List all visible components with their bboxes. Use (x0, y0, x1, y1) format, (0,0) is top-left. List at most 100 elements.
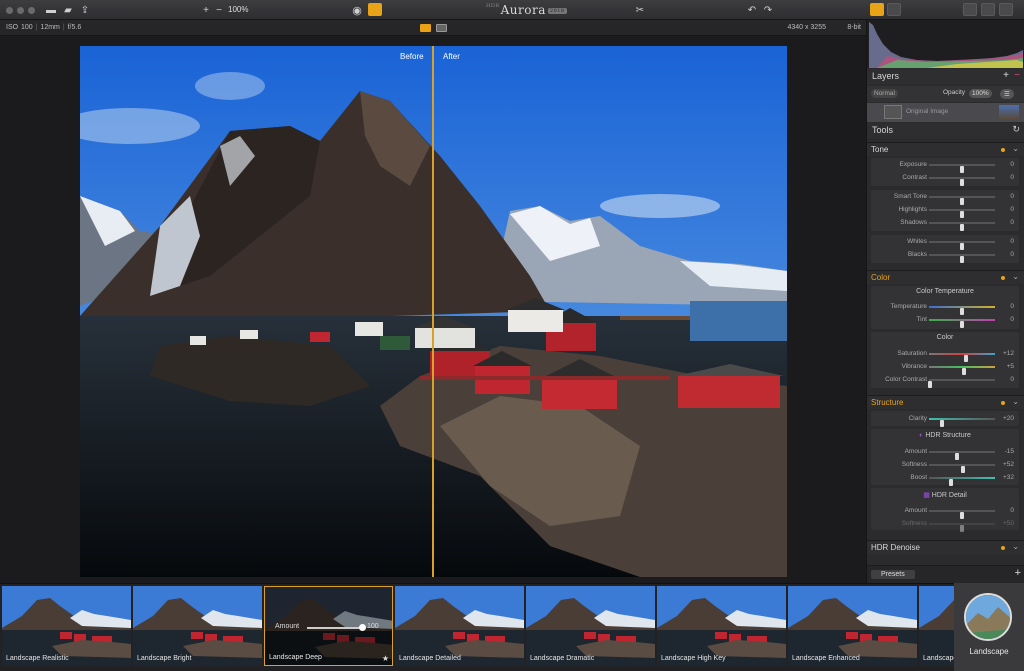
slider-track[interactable] (929, 510, 995, 519)
side-by-side-icon[interactable] (436, 24, 447, 32)
slider-track[interactable] (929, 366, 995, 375)
histogram (867, 20, 1024, 68)
slider-track[interactable] (929, 523, 995, 532)
zoom-level[interactable]: 100% (228, 5, 248, 14)
slider-track[interactable] (928, 379, 995, 388)
layout-icon[interactable] (963, 3, 977, 16)
brush-tool-button[interactable] (887, 3, 901, 16)
redo-icon[interactable]: ↷ (762, 4, 774, 16)
slider-knob[interactable] (948, 479, 953, 486)
preset-category-button[interactable]: Landscape (954, 583, 1024, 671)
image-icon[interactable] (999, 3, 1013, 16)
image-canvas: Before After (0, 37, 866, 583)
slider-track[interactable] (929, 451, 995, 460)
slider-track[interactable] (929, 164, 995, 173)
slider-contrast[interactable]: Contrast 0 (871, 172, 1019, 186)
hdr-denoise-section-header[interactable]: HDR Denoise ⌄ (867, 540, 1024, 554)
slider-track[interactable] (929, 209, 995, 218)
opacity-select[interactable]: 100% (969, 89, 992, 98)
slider-knob[interactable] (960, 321, 964, 328)
crop-icon[interactable]: ✂ (634, 4, 646, 16)
slider-track[interactable] (929, 222, 995, 231)
remove-layer-button[interactable]: − (1014, 70, 1020, 81)
slider-smart-tone[interactable]: Smart Tone 0 (871, 191, 1019, 205)
slider-hdr-softness[interactable]: Softness +52 (871, 459, 1019, 473)
window-zoom-button[interactable] (28, 7, 35, 14)
blend-mode-select[interactable]: Normal (871, 89, 898, 98)
tone-section-header[interactable]: Tone ⌄ (867, 142, 1024, 156)
presets-button[interactable]: Presets (871, 570, 915, 579)
slider-track[interactable] (929, 353, 995, 362)
reset-icon[interactable]: ↻ (1012, 124, 1020, 135)
slider-value: 0 (1010, 376, 1014, 383)
slider-knob[interactable] (960, 256, 964, 263)
slider-saturation[interactable]: Saturation +12 (871, 348, 1019, 362)
folder-icon[interactable]: ▬ (45, 4, 57, 16)
chevron-down-icon[interactable]: ⌄ (1012, 397, 1019, 406)
preset-thumb-landscape-deep[interactable]: Landscape Deep Amount 100 ★ (264, 586, 393, 666)
photo-preview[interactable]: Before After (80, 46, 787, 577)
slider-hdr-amount[interactable]: Amount -15 (871, 446, 1019, 460)
preset-thumb-landscape[interactable]: Landscape (919, 586, 959, 666)
compare-split-button[interactable] (368, 3, 382, 16)
slider-track[interactable] (929, 196, 995, 205)
preset-amount-slider[interactable] (307, 624, 366, 631)
color-section-header[interactable]: Color ⌄ (867, 270, 1024, 284)
share-icon[interactable]: ⇪ (79, 4, 91, 16)
slider-knob[interactable] (960, 224, 964, 231)
preset-thumb-landscape-bright[interactable]: Landscape Bright (133, 586, 262, 666)
preset-amount-value: 100 (367, 623, 379, 630)
slider-shadows[interactable]: Shadows 0 (871, 217, 1019, 231)
layers-icon[interactable] (981, 3, 995, 16)
add-preset-button[interactable]: + (1015, 567, 1021, 579)
layer-menu-icon[interactable]: ☰ (1000, 89, 1014, 99)
before-after-divider[interactable] (432, 46, 434, 577)
slider-track[interactable] (929, 418, 995, 427)
slider-knob[interactable] (928, 381, 933, 388)
color-active-dot (1001, 276, 1005, 280)
slider-track[interactable] (929, 319, 995, 328)
slider-clarity[interactable]: Clarity +20 (871, 413, 1019, 427)
layer-row[interactable]: Original Image (867, 103, 1024, 122)
structure-section-header[interactable]: Structure ⌄ (867, 395, 1024, 409)
zoom-in-button[interactable]: + (200, 4, 212, 16)
slider-vibrance[interactable]: Vibrance +5 (871, 361, 1019, 375)
slider-track[interactable] (929, 254, 995, 263)
slider-tint[interactable]: Tint 0 (871, 314, 1019, 328)
slider-knob[interactable] (940, 420, 945, 427)
undo-icon[interactable]: ↶ (746, 4, 758, 16)
preset-thumb-landscape-enhanced[interactable]: Landscape Enhanced (788, 586, 917, 666)
favorite-star-icon[interactable]: ★ (382, 654, 389, 663)
slider-track[interactable] (929, 464, 995, 473)
slider-track[interactable] (929, 306, 995, 315)
preset-thumb-landscape-detailed[interactable]: Landscape Detailed (395, 586, 524, 666)
slider-whites[interactable]: Whites 0 (871, 236, 1019, 250)
chevron-down-icon[interactable]: ⌄ (1012, 272, 1019, 281)
preset-thumb-landscape-high-key[interactable]: Landscape High Key (657, 586, 786, 666)
zoom-out-button[interactable]: − (213, 4, 225, 16)
window-minimize-button[interactable] (17, 7, 24, 14)
slider-track[interactable] (929, 241, 995, 250)
slider-detail-softness[interactable]: Softness +50 (871, 518, 1019, 532)
slider-track[interactable] (929, 177, 995, 186)
slider-color-contrast[interactable]: Color Contrast 0 (871, 374, 1019, 388)
slider-knob[interactable] (960, 525, 964, 532)
batch-folder-icon[interactable]: ▰ (62, 4, 74, 16)
slider-detail-amount[interactable]: Amount 0 (871, 505, 1019, 519)
window-close-button[interactable] (6, 7, 13, 14)
slider-track[interactable] (929, 477, 995, 486)
eye-icon[interactable]: ◉ (351, 4, 363, 17)
preset-thumb-landscape-dramatic[interactable]: Landscape Dramatic (526, 586, 655, 666)
slider-blacks[interactable]: Blacks 0 (871, 249, 1019, 263)
slider-hdr-boost[interactable]: Boost +32 (871, 472, 1019, 486)
hand-tool-button[interactable] (870, 3, 884, 16)
chevron-down-icon[interactable]: ⌄ (1012, 144, 1019, 153)
slider-temperature[interactable]: Temperature 0 (871, 301, 1019, 315)
preset-thumb-landscape-realistic[interactable]: Landscape Realistic (2, 586, 131, 666)
slider-exposure[interactable]: Exposure 0 (871, 159, 1019, 173)
slider-knob[interactable] (960, 179, 964, 186)
chevron-down-icon[interactable]: ⌄ (1012, 542, 1019, 551)
split-view-icon[interactable] (420, 24, 431, 32)
slider-highlights[interactable]: Highlights 0 (871, 204, 1019, 218)
add-layer-button[interactable]: + (1003, 70, 1009, 81)
